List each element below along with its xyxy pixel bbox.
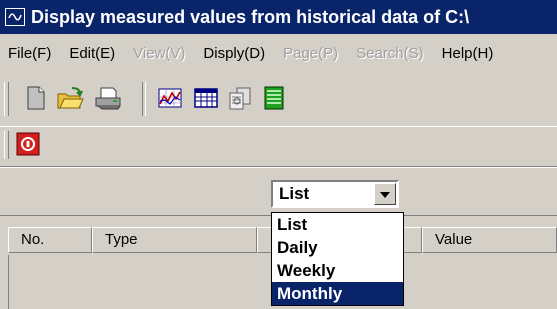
chevron-down-icon	[380, 185, 390, 203]
trend-chart-icon	[158, 87, 182, 114]
view-mode-dropdown-list: List Daily Weekly Monthly	[271, 212, 404, 306]
menu-view[interactable]: View(V)	[133, 45, 185, 62]
list-view-icon	[264, 86, 284, 115]
wave-chart-icon	[5, 8, 25, 26]
option-list[interactable]: List	[272, 213, 403, 236]
option-weekly[interactable]: Weekly	[272, 259, 403, 282]
table-icon	[194, 87, 218, 113]
print-icon	[94, 86, 122, 115]
menu-bar: File(F) Edit(E) View(V) Disply(D) Page(P…	[0, 34, 557, 72]
menu-display[interactable]: Disply(D)	[203, 45, 265, 62]
column-header-type[interactable]: Type	[92, 227, 257, 253]
stop-icon	[16, 132, 40, 161]
open-folder-icon	[56, 86, 84, 115]
option-monthly[interactable]: Monthly	[272, 282, 403, 305]
stop-button[interactable]	[13, 131, 43, 161]
toolbar-separator	[142, 82, 146, 116]
copy-pages-icon	[228, 86, 252, 115]
window-title: Display measured values from historical …	[31, 6, 470, 27]
main-toolbar	[0, 72, 557, 126]
new-document-icon	[26, 86, 46, 115]
table-button[interactable]	[192, 86, 220, 114]
list-button[interactable]	[260, 86, 288, 114]
title-bar: Display measured values from historical …	[0, 0, 557, 34]
option-daily[interactable]: Daily	[272, 236, 403, 259]
menu-search[interactable]: Search(S)	[356, 45, 424, 62]
view-mode-combobox[interactable]: List	[271, 180, 399, 208]
new-button[interactable]	[22, 86, 50, 114]
column-header-value[interactable]: Value	[422, 227, 557, 253]
dropdown-button[interactable]	[374, 183, 396, 205]
print-button[interactable]	[94, 86, 122, 114]
menu-help[interactable]: Help(H)	[442, 45, 494, 62]
view-mode-selected: List	[279, 184, 310, 203]
menu-page[interactable]: Page(P)	[283, 45, 338, 62]
menu-file[interactable]: File(F)	[8, 45, 51, 62]
toolbar-grip[interactable]	[4, 82, 9, 116]
trend-button[interactable]	[156, 86, 184, 114]
copy-button[interactable]	[226, 86, 254, 114]
column-header-no[interactable]: No.	[8, 227, 92, 253]
menu-edit[interactable]: Edit(E)	[69, 45, 115, 62]
open-button[interactable]	[56, 86, 84, 114]
toolbar-grip[interactable]	[4, 131, 9, 159]
secondary-toolbar	[0, 126, 557, 165]
